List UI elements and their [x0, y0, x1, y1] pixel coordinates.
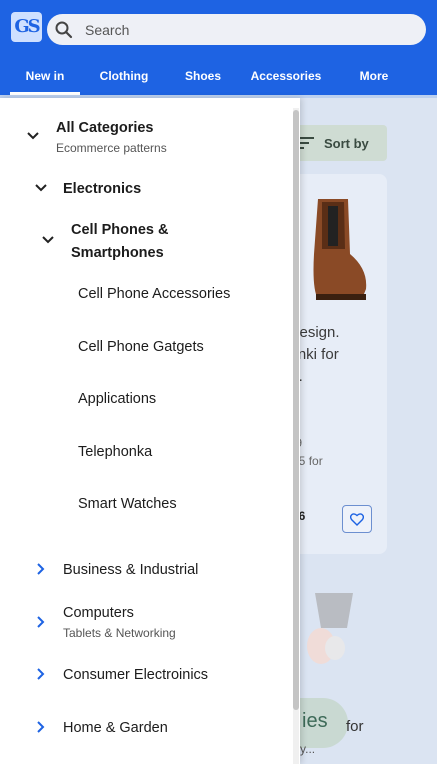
search-bar[interactable] — [47, 14, 426, 45]
leaf-cell-phone-accessories[interactable]: Cell Phone Accessories — [78, 286, 230, 302]
cell-phones-label-2[interactable]: Smartphones — [71, 245, 164, 261]
chevron-down-icon[interactable] — [41, 233, 55, 247]
category-tabs: New in Clothing Shoes Accessories More — [0, 59, 437, 95]
electronics-label[interactable]: Electronics — [63, 181, 141, 197]
category-computers-sub: Tablets & Networking — [63, 626, 176, 640]
chevron-down-icon[interactable] — [34, 181, 48, 195]
category-consumer-electronics[interactable]: Consumer Electroinics — [63, 667, 208, 683]
tab-clothing[interactable]: Clothing — [90, 59, 158, 95]
chevron-right-icon[interactable] — [34, 562, 48, 576]
leaf-telephonka[interactable]: Telephonka — [78, 444, 152, 460]
chevron-right-icon[interactable] — [34, 720, 48, 734]
boot-image — [313, 199, 367, 300]
leaf-smart-watches[interactable]: Smart Watches — [78, 496, 177, 512]
chevron-down-icon[interactable] — [26, 129, 40, 143]
app-header: GS New in Clothing Shoes Accessories Mor… — [0, 0, 437, 98]
all-categories-sub: Ecommerce patterns — [56, 141, 167, 155]
category-drawer: All Categories Ecommerce patterns Electr… — [0, 98, 300, 764]
tab-shoes[interactable]: Shoes — [158, 59, 248, 95]
cell-phones-label-1[interactable]: Cell Phones & — [71, 222, 169, 238]
chevron-right-icon[interactable] — [34, 667, 48, 681]
logo[interactable]: GS — [11, 12, 42, 42]
tab-more[interactable]: More — [324, 59, 424, 95]
favorite-button[interactable] — [342, 505, 372, 533]
sort-button[interactable]: Sort by — [288, 125, 387, 161]
bottom-strip — [0, 764, 437, 771]
vases-image — [307, 593, 353, 664]
chevron-right-icon[interactable] — [34, 615, 48, 629]
chip-after-text: for — [346, 718, 364, 735]
sort-label: Sort by — [324, 135, 369, 151]
category-home-garden[interactable]: Home & Garden — [63, 720, 168, 736]
tab-accessories[interactable]: Accessories — [248, 59, 324, 95]
chip-sub-text: y... — [300, 742, 316, 756]
leaf-cell-phone-gadgets[interactable]: Cell Phone Gatgets — [78, 339, 204, 355]
search-icon — [54, 20, 74, 40]
category-business-industrial[interactable]: Business & Industrial — [63, 562, 198, 578]
tab-new-in[interactable]: New in — [0, 59, 90, 95]
sort-icon — [298, 137, 314, 149]
heart-icon — [350, 512, 364, 526]
scrollbar-thumb[interactable] — [293, 110, 299, 710]
search-input[interactable] — [85, 21, 385, 38]
all-categories-label[interactable]: All Categories — [56, 120, 154, 136]
leaf-applications[interactable]: Applications — [78, 391, 156, 407]
category-computers[interactable]: Computers — [63, 605, 134, 621]
